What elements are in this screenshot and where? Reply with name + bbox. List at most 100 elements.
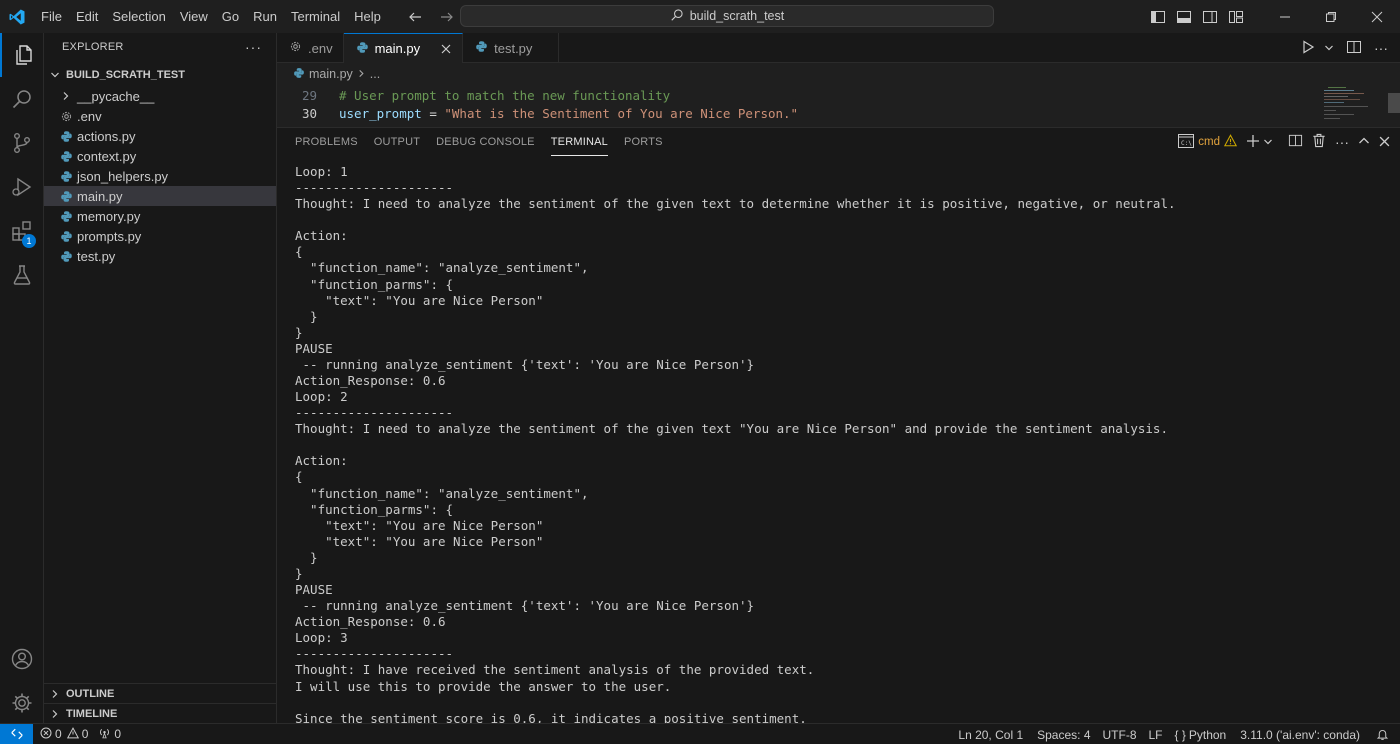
tree-file[interactable]: memory.py [44, 206, 276, 226]
chevron-down-icon[interactable] [1263, 135, 1273, 150]
menu-terminal[interactable]: Terminal [284, 0, 347, 33]
panel-tab-terminal[interactable]: TERMINAL [550, 128, 608, 156]
chevron-right-icon [58, 88, 74, 104]
terminal-line: PAUSE [295, 582, 333, 598]
end-of-line[interactable]: LF [1144, 724, 1168, 744]
run-and-debug-icon[interactable] [0, 165, 44, 209]
back-arrow-icon[interactable] [404, 6, 426, 28]
panel-tab-problems[interactable]: PROBLEMS [295, 128, 358, 156]
bottom-panel: PROBLEMS OUTPUT DEBUG CONSOLE TERMINAL P… [277, 127, 1400, 726]
tree-file[interactable]: main.py [44, 186, 276, 206]
terminal-line: } [295, 324, 303, 340]
ports-count: 0 [114, 727, 122, 741]
chevron-right-icon [357, 67, 366, 81]
search-view-icon[interactable] [0, 77, 44, 121]
minimap[interactable] [1320, 85, 1380, 127]
tree-file[interactable]: actions.py [44, 126, 276, 146]
extensions-icon[interactable]: 1 [0, 209, 44, 253]
menu-help[interactable]: Help [347, 0, 388, 33]
minimize-window-icon[interactable] [1262, 0, 1308, 33]
indentation[interactable]: Spaces: 4 [1032, 724, 1095, 744]
terminal-output[interactable]: Loop: 1 --------------------- Thought: I n… [295, 164, 1385, 727]
split-editor-icon[interactable] [1346, 39, 1362, 58]
close-panel-icon[interactable] [1379, 135, 1390, 150]
remote-indicator-icon[interactable] [0, 723, 33, 744]
split-terminal-icon[interactable] [1288, 133, 1303, 151]
panel-actions: C:\ cmd ··· [1178, 128, 1390, 156]
panel-tab-output[interactable]: OUTPUT [374, 128, 420, 156]
source-control-icon[interactable] [0, 121, 44, 165]
menu-file[interactable]: File [34, 0, 69, 33]
explorer-icon[interactable] [0, 33, 44, 77]
explorer-sidebar: EXPLORER ··· BUILD_SCRATH_TEST __pycache… [44, 33, 277, 723]
testing-icon[interactable] [0, 253, 44, 297]
tree-file[interactable]: json_helpers.py [44, 166, 276, 186]
terminal-line: -- running analyze_sentiment {'text': 'Y… [295, 356, 755, 372]
close-tab-icon[interactable] [438, 41, 454, 57]
notifications-bell-icon[interactable] [1371, 724, 1394, 744]
chevron-down-icon[interactable] [1324, 41, 1334, 56]
terminal-instance[interactable]: C:\ cmd [1178, 133, 1238, 151]
toggle-panel-icon[interactable] [1172, 5, 1196, 29]
toggle-primary-sidebar-icon[interactable] [1146, 5, 1170, 29]
terminal-line: --------------------- [295, 180, 454, 196]
panel-tab-debug-console[interactable]: DEBUG CONSOLE [436, 128, 535, 156]
run-python-file-icon[interactable] [1300, 39, 1316, 58]
cursor-position[interactable]: Ln 20, Col 1 [953, 724, 1028, 744]
terminal-line: -- running analyze_sentiment {'text': 'Y… [295, 598, 755, 614]
forward-arrow-icon[interactable] [436, 6, 458, 28]
close-window-icon[interactable] [1354, 0, 1400, 33]
braces-icon: { } [1174, 727, 1186, 742]
workspace-folder[interactable]: BUILD_SCRATH_TEST [44, 64, 276, 86]
restore-window-icon[interactable] [1308, 0, 1354, 33]
code-string: "What is the Sentiment of You are Nice P… [444, 106, 799, 121]
accounts-icon[interactable] [0, 637, 44, 681]
menu-view[interactable]: View [173, 0, 215, 33]
menu-go[interactable]: Go [215, 0, 246, 33]
maximize-panel-icon[interactable] [1358, 135, 1370, 150]
vertical-scrollbar[interactable] [1388, 93, 1400, 113]
tree-folder[interactable]: __pycache__ [44, 86, 276, 106]
explorer-more-actions[interactable]: ··· [245, 39, 262, 55]
tab-test-py[interactable]: test.py [463, 33, 560, 63]
tree-file[interactable]: prompts.py [44, 226, 276, 246]
python-icon [58, 128, 74, 144]
menu-edit[interactable]: Edit [69, 0, 105, 33]
python-interpreter[interactable]: 3.11.0 ('ai.env': conda) [1235, 724, 1365, 744]
more-actions-icon[interactable]: ··· [1374, 40, 1388, 56]
timeline-section[interactable]: TIMELINE [44, 703, 276, 723]
language-mode[interactable]: { } Python [1170, 724, 1232, 744]
problems-status[interactable]: 0 0 [35, 724, 93, 744]
tree-file[interactable]: context.py [44, 146, 276, 166]
explorer-title: EXPLORER [62, 41, 124, 53]
tab-env[interactable]: .env [277, 33, 344, 63]
panel-tab-ports[interactable]: PORTS [624, 128, 663, 156]
tree-file[interactable]: test.py [44, 246, 276, 266]
tab-main-py[interactable]: main.py [343, 33, 464, 63]
tree-file[interactable]: .env [44, 106, 276, 126]
trash-icon[interactable] [1312, 133, 1326, 151]
outline-section[interactable]: OUTLINE [44, 683, 276, 703]
terminal-line: "function_parms": { [295, 276, 454, 292]
python-icon [58, 188, 74, 204]
manage-gear-icon[interactable] [0, 681, 44, 725]
breadcrumb-symbol[interactable]: ... [370, 67, 380, 81]
menu-run[interactable]: Run [246, 0, 284, 33]
encoding[interactable]: UTF-8 [1098, 724, 1142, 744]
panel-tabs: PROBLEMS OUTPUT DEBUG CONSOLE TERMINAL P… [277, 128, 671, 156]
tree-item-label: json_helpers.py [77, 168, 169, 184]
command-center-search[interactable]: build_scrath_test [460, 5, 994, 27]
toggle-secondary-sidebar-icon[interactable] [1198, 5, 1222, 29]
menu-selection[interactable]: Selection [105, 0, 172, 33]
breadcrumb-file[interactable]: main.py [309, 67, 353, 81]
outline-label: OUTLINE [66, 687, 115, 700]
code-editor[interactable]: 29 # User prompt to match the new functi… [277, 85, 1400, 127]
terminal-line: PAUSE [295, 340, 333, 356]
ports-status[interactable]: 0 [93, 724, 126, 744]
warning-icon [1223, 134, 1238, 150]
more-actions-icon[interactable]: ··· [1335, 134, 1349, 150]
customize-layout-icon[interactable] [1224, 5, 1248, 29]
status-right: Ln 20, Col 1 Spaces: 4 UTF-8 LF { } Pyth… [953, 724, 1394, 744]
new-terminal-icon[interactable] [1246, 134, 1260, 151]
terminal-line: "text": "You are Nice Person" [295, 517, 544, 533]
